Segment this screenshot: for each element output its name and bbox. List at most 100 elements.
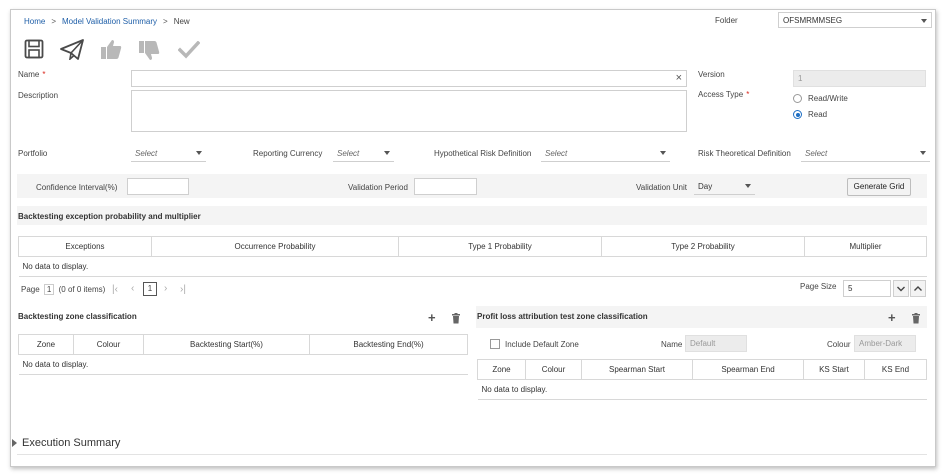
include-default-zone-checkbox[interactable] — [490, 339, 500, 349]
risk-theoretical-label: Risk Theoretical Definition — [698, 149, 791, 158]
validation-unit-value: Day — [698, 182, 713, 191]
column-header[interactable]: Backtesting Start(%) — [143, 334, 310, 355]
table-row: No data to display. — [477, 379, 927, 400]
breadcrumb-separator: > — [51, 17, 57, 26]
validation-period-input[interactable] — [414, 178, 477, 195]
delete-icon[interactable] — [911, 313, 921, 326]
table-header-row: Zone Colour Backtesting Start(%) Backtes… — [18, 334, 468, 355]
access-option-read: Read — [808, 110, 828, 119]
delete-icon[interactable] — [451, 313, 461, 326]
check-icon[interactable] — [177, 40, 201, 61]
reporting-currency-value: Select — [337, 149, 360, 158]
chevron-down-icon[interactable] — [893, 280, 909, 297]
add-icon[interactable]: + — [428, 311, 436, 324]
hypothetical-risk-select[interactable]: Select — [541, 145, 670, 162]
thumbs-down-icon[interactable] — [138, 40, 160, 64]
risk-theoretical-select[interactable]: Select — [801, 145, 930, 162]
description-textarea[interactable] — [131, 90, 687, 132]
items-count: (0 of 0 items) — [58, 285, 106, 294]
pl-attribution-title: Profit loss attribution test zone classi… — [477, 312, 648, 321]
page-size-label: Page Size — [800, 282, 837, 291]
chevron-down-icon — [921, 19, 927, 23]
pl-name-label: Name — [661, 340, 683, 349]
validation-unit-select[interactable]: Day — [694, 178, 755, 195]
column-header[interactable]: Zone — [477, 359, 526, 380]
chevron-down-icon — [384, 151, 390, 155]
pl-attribution-table: Zone Colour Spearman Start Spearman End … — [477, 359, 927, 400]
clear-icon[interactable]: × — [676, 72, 682, 84]
access-radio-read[interactable] — [793, 110, 802, 119]
hypothetical-risk-label: Hypothetical Risk Definition — [434, 149, 532, 158]
chevron-down-icon — [660, 151, 666, 155]
access-radio-read-write[interactable] — [793, 94, 802, 103]
execution-summary-label: Execution Summary — [22, 437, 121, 449]
breadcrumb-current: New — [173, 17, 190, 26]
column-header[interactable]: Multiplier — [804, 236, 927, 257]
caret-right-icon — [12, 439, 17, 447]
chevron-down-icon — [920, 151, 926, 155]
table-header-row: Exceptions Occurrence Probability Type 1… — [18, 236, 927, 257]
backtesting-exception-title: Backtesting exception probability and mu… — [18, 212, 201, 221]
breadcrumb-separator: > — [163, 17, 168, 26]
page-label: Page — [21, 285, 40, 294]
include-default-zone-label: Include Default Zone — [505, 340, 579, 349]
column-header[interactable]: Exceptions — [18, 236, 152, 257]
table-header-row: Zone Colour Spearman Start Spearman End … — [477, 359, 927, 380]
folder-value: OFSMRMMSEG — [783, 16, 843, 25]
portfolio-select[interactable]: Select — [131, 145, 206, 162]
hypothetical-risk-value: Select — [545, 149, 568, 158]
empty-message: No data to display. — [18, 256, 927, 277]
previous-page-icon[interactable]: ‹ — [131, 283, 134, 294]
add-icon[interactable]: + — [888, 311, 896, 324]
column-header[interactable]: Spearman Start — [581, 359, 693, 380]
access-option-read-write: Read/Write — [808, 94, 848, 103]
pagination: Page 1 (0 of 0 items) — [21, 284, 105, 295]
column-header[interactable]: Colour — [73, 334, 144, 355]
table-row: No data to display. — [18, 354, 468, 375]
pl-colour-input: Amber-Dark — [854, 335, 916, 352]
save-icon[interactable] — [24, 39, 44, 61]
breadcrumb-home[interactable]: Home — [24, 17, 45, 26]
folder-label: Folder — [715, 16, 738, 25]
column-header[interactable]: Occurrence Probability — [151, 236, 399, 257]
reporting-currency-select[interactable]: Select — [333, 145, 394, 162]
portfolio-label: Portfolio — [18, 149, 48, 158]
column-header[interactable]: Backtesting End(%) — [309, 334, 468, 355]
divider — [17, 454, 927, 455]
column-header[interactable]: KS End — [864, 359, 927, 380]
column-header[interactable]: Zone — [18, 334, 74, 355]
first-page-icon[interactable]: |‹ — [112, 284, 118, 295]
page-size-input[interactable]: 5 — [843, 280, 891, 297]
column-header[interactable]: Type 2 Probability — [601, 236, 805, 257]
confidence-interval-input[interactable] — [127, 178, 189, 195]
generate-grid-button[interactable]: Generate Grid — [847, 178, 911, 196]
breadcrumb-model-validation-summary[interactable]: Model Validation Summary — [62, 17, 157, 26]
chevron-up-icon[interactable] — [910, 280, 926, 297]
name-label: Name * — [18, 70, 46, 79]
backtesting-exception-table: Exceptions Occurrence Probability Type 1… — [18, 236, 927, 277]
empty-message: No data to display. — [18, 354, 468, 375]
page-input[interactable]: 1 — [43, 284, 55, 295]
execution-summary-toggle[interactable]: Execution Summary — [12, 437, 120, 449]
portfolio-value: Select — [135, 149, 158, 158]
validation-period-label: Validation Period — [348, 183, 408, 192]
version-value: 1 — [798, 74, 803, 83]
next-page-icon[interactable]: › — [164, 283, 167, 294]
column-header[interactable]: Spearman End — [692, 359, 804, 380]
thumbs-up-icon[interactable] — [100, 38, 122, 62]
current-page-button[interactable]: 1 — [143, 282, 157, 296]
column-header[interactable]: Colour — [525, 359, 582, 380]
validation-unit-label: Validation Unit — [636, 183, 687, 192]
folder-select[interactable]: OFSMRMMSEG — [778, 12, 932, 28]
column-header[interactable]: KS Start — [803, 359, 865, 380]
version-input: 1 — [793, 70, 926, 87]
column-header[interactable]: Type 1 Probability — [398, 236, 602, 257]
description-label: Description — [18, 91, 59, 100]
name-input[interactable]: × — [131, 70, 687, 87]
chevron-down-icon — [745, 184, 751, 188]
access-type-label: Access Type * — [698, 90, 750, 99]
last-page-icon[interactable]: ›| — [180, 284, 186, 295]
send-icon[interactable] — [60, 39, 84, 62]
empty-message: No data to display. — [477, 379, 927, 400]
table-row: No data to display. — [18, 256, 927, 277]
